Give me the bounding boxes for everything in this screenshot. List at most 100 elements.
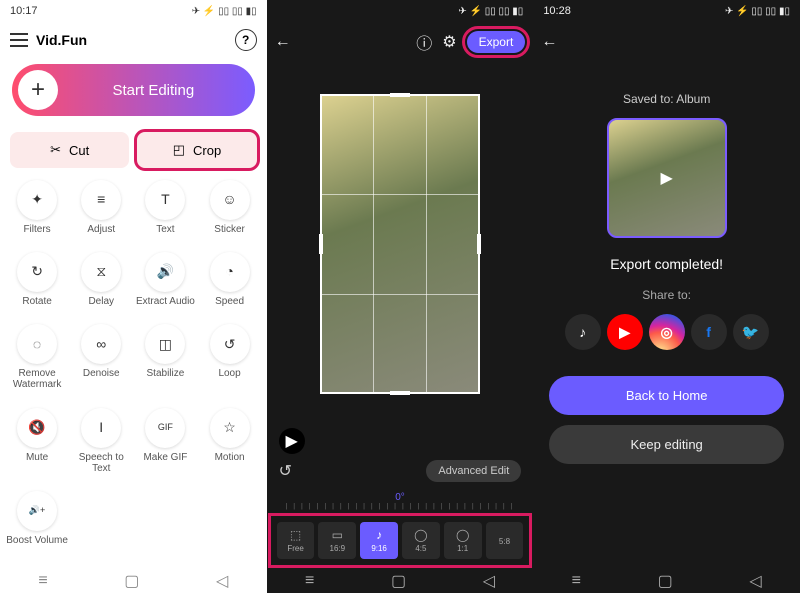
tool-label: Adjust [87, 224, 115, 235]
home-icon[interactable]: ▢ [658, 571, 673, 591]
home-icon[interactable]: ▢ [124, 571, 139, 591]
keep-editing-button[interactable]: Keep editing [549, 425, 784, 464]
share-instagram-button[interactable]: ◎ [649, 314, 685, 350]
tool-speed[interactable]: ◔Speed [198, 252, 260, 322]
tool-text[interactable]: TText [134, 180, 196, 250]
tool-icon: ◫ [145, 324, 185, 364]
tool-speech-to-text[interactable]: I Speech to Text [70, 408, 132, 489]
ratio-icon: ⬚ [290, 528, 301, 542]
rotation-ruler[interactable]: 0° | | | | | | | | | | | | | | | | | | |… [267, 486, 534, 516]
play-button[interactable]: ▶ [279, 428, 305, 454]
tool-denoise[interactable]: ∞Denoise [70, 324, 132, 405]
tool-motion[interactable]: ☆ Motion [198, 408, 260, 489]
tool-label: Loop [218, 368, 240, 379]
crop-frame[interactable] [320, 94, 480, 394]
handle-top[interactable] [390, 93, 410, 97]
tool-make-gif[interactable]: GIFMake GIF [134, 408, 196, 489]
ratio-label: 9:16 [371, 544, 387, 553]
share-tiktok-button[interactable]: ♪ [565, 314, 601, 350]
back-icon[interactable]: ◁ [483, 571, 495, 591]
status-bar: ✈ ⚡ ▯▯ ▯▯ ▮▯ [267, 0, 534, 22]
nav-bar: ≡ ▢ ◁ [0, 569, 267, 593]
handle-bottom[interactable] [390, 391, 410, 395]
tool-icon: ≡ [81, 180, 121, 220]
ratio-4-5[interactable]: ◯ 4:5 [402, 522, 440, 559]
home-icon[interactable]: ▢ [391, 571, 406, 591]
recent-icon[interactable]: ≡ [305, 572, 314, 590]
ratio-free[interactable]: ⬚Free [277, 522, 315, 559]
tool-extract-audio[interactable]: 🔊Extract Audio [134, 252, 196, 322]
export-completed-label: Export completed! [533, 256, 800, 272]
ratio-16-9[interactable]: ▭16:9 [318, 522, 356, 559]
tool-label: Stabilize [147, 368, 185, 379]
angle-label: 0° [395, 492, 405, 503]
tool-adjust[interactable]: ≡ Adjust [70, 180, 132, 250]
ratio-icon: ◯ [456, 528, 469, 542]
tool-label: Sticker [214, 224, 245, 235]
tool-stabilize[interactable]: ◫ Stabilize [134, 324, 196, 405]
clock: 10:17 [10, 5, 38, 17]
handle-left[interactable] [319, 234, 323, 254]
tool-delay[interactable]: ⧖Delay [70, 252, 132, 322]
crop-button[interactable]: ◰ Crop [137, 132, 256, 168]
ratio-9-16[interactable]: ♪9:16 [360, 522, 398, 559]
tool-label: Boost Volume [6, 535, 68, 546]
tool-boost-volume[interactable]: 🔊+Boost Volume [6, 491, 68, 561]
cut-button[interactable]: ✂ Cut [10, 132, 129, 168]
cut-label: Cut [69, 143, 89, 158]
tool-remove-watermark[interactable]: ◌Remove Watermark [6, 324, 68, 405]
tool-icon: T [145, 180, 185, 220]
tool-icon: ☺ [210, 180, 250, 220]
status-icons: ✈ ⚡ ▯▯ ▯▯ ▮▯ [192, 6, 257, 17]
tool-icon: ↻ [17, 252, 57, 292]
tool-label: Motion [215, 452, 245, 463]
tool-label: Speech to Text [70, 452, 132, 474]
ratio-icon: ◯ [414, 528, 427, 542]
share-facebook-button[interactable]: f [691, 314, 727, 350]
status-icons: ✈ ⚡ ▯▯ ▯▯ ▮▯ [458, 6, 523, 17]
back-icon[interactable]: ◁ [749, 571, 761, 591]
tool-icon: 🔇 [17, 408, 57, 448]
tool-label: Extract Audio [136, 296, 195, 307]
nav-bar: ≡ ▢ ◁ [533, 569, 800, 593]
tool-filters[interactable]: ✦Filters [6, 180, 68, 250]
ratio-1-1[interactable]: ◯ 1:1 [444, 522, 482, 559]
reset-rotation-icon[interactable]: ↺ [279, 461, 292, 481]
app-title: Vid.Fun [36, 32, 227, 48]
tool-sticker[interactable]: ☺ Sticker [198, 180, 260, 250]
menu-icon[interactable] [10, 33, 28, 47]
help-icon[interactable]: ⓘ [416, 30, 432, 54]
settings-icon[interactable]: ⚙ [442, 32, 456, 52]
aspect-ratio-bar: ⬚Free▭16:9♪9:16 ◯ 4:5 ◯ 1:1 5:8 [271, 516, 530, 565]
recent-icon[interactable]: ≡ [38, 572, 47, 590]
help-icon[interactable]: ? [235, 29, 257, 51]
back-to-home-button[interactable]: Back to Home [549, 376, 784, 415]
tool-icon: ☆ [210, 408, 250, 448]
saved-to-label: Saved to: Album [533, 92, 800, 106]
tool-icon: ∞ [81, 324, 121, 364]
tool-icon: ⧖ [81, 252, 121, 292]
crop-icon: ◰ [173, 142, 185, 158]
tool-icon: GIF [145, 408, 185, 448]
advanced-edit-button[interactable]: Advanced Edit [426, 460, 521, 482]
status-bar: 10:28 ✈ ⚡ ▯▯ ▯▯ ▮▯ [533, 0, 800, 22]
tool-icon: I [81, 408, 121, 448]
back-icon[interactable]: ◁ [216, 571, 228, 591]
ratio-5-8[interactable]: 5:8 [486, 522, 524, 559]
back-arrow-icon[interactable]: ← [275, 33, 291, 51]
start-editing-button[interactable]: + Start Editing [12, 64, 255, 116]
result-thumbnail[interactable]: ▶ [607, 118, 727, 238]
ratio-label: 4:5 [415, 544, 426, 553]
ratio-label: 16:9 [330, 544, 346, 553]
share-youtube-button[interactable]: ▶ [607, 314, 643, 350]
tool-rotate[interactable]: ↻Rotate [6, 252, 68, 322]
tool-loop[interactable]: ↺Loop [198, 324, 260, 405]
plus-icon: + [18, 70, 58, 110]
export-button[interactable]: Export [467, 31, 526, 53]
tool-mute[interactable]: 🔇Mute [6, 408, 68, 489]
share-twitter-button[interactable]: 🐦 [733, 314, 769, 350]
handle-right[interactable] [477, 234, 481, 254]
back-arrow-icon[interactable]: ← [541, 33, 557, 51]
ratio-label: 1:1 [457, 544, 468, 553]
recent-icon[interactable]: ≡ [572, 572, 581, 590]
